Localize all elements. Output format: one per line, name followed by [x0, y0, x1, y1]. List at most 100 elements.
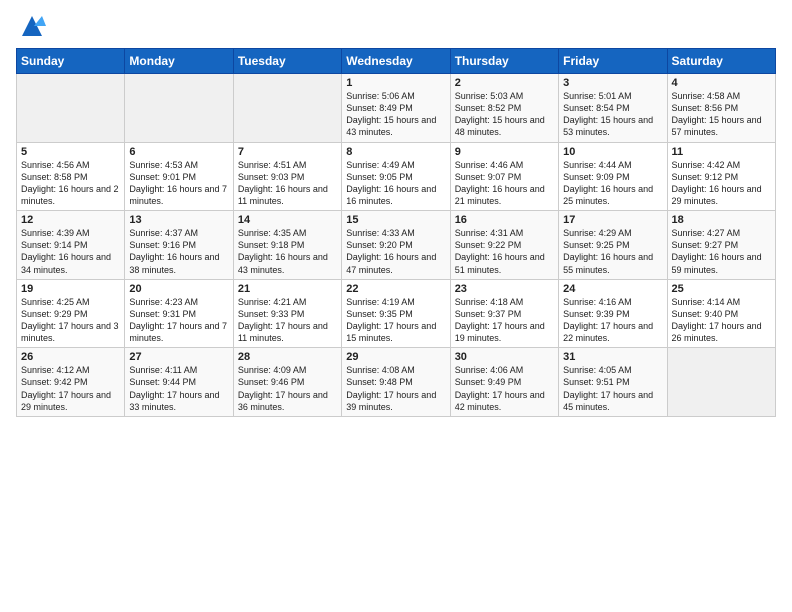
- day-cell: 17Sunrise: 4:29 AM Sunset: 9:25 PM Dayli…: [559, 211, 667, 280]
- day-number: 25: [672, 283, 771, 295]
- day-number: 29: [346, 351, 445, 363]
- day-cell: 29Sunrise: 4:08 AM Sunset: 9:48 PM Dayli…: [342, 348, 450, 417]
- day-info: Sunrise: 4:14 AM Sunset: 9:40 PM Dayligh…: [672, 296, 771, 345]
- header-row: SundayMondayTuesdayWednesdayThursdayFrid…: [17, 49, 776, 74]
- day-header-tuesday: Tuesday: [233, 49, 341, 74]
- day-number: 1: [346, 77, 445, 89]
- day-info: Sunrise: 4:27 AM Sunset: 9:27 PM Dayligh…: [672, 227, 771, 276]
- day-info: Sunrise: 4:06 AM Sunset: 9:49 PM Dayligh…: [455, 364, 554, 413]
- day-info: Sunrise: 4:56 AM Sunset: 8:58 PM Dayligh…: [21, 159, 120, 208]
- day-info: Sunrise: 4:05 AM Sunset: 9:51 PM Dayligh…: [563, 364, 662, 413]
- day-number: 10: [563, 146, 662, 158]
- day-number: 5: [21, 146, 120, 158]
- day-info: Sunrise: 4:25 AM Sunset: 9:29 PM Dayligh…: [21, 296, 120, 345]
- day-info: Sunrise: 4:18 AM Sunset: 9:37 PM Dayligh…: [455, 296, 554, 345]
- day-cell: [233, 74, 341, 143]
- day-cell: [125, 74, 233, 143]
- day-number: 21: [238, 283, 337, 295]
- day-info: Sunrise: 4:37 AM Sunset: 9:16 PM Dayligh…: [129, 227, 228, 276]
- day-number: 13: [129, 214, 228, 226]
- day-number: 28: [238, 351, 337, 363]
- day-cell: 3Sunrise: 5:01 AM Sunset: 8:54 PM Daylig…: [559, 74, 667, 143]
- day-info: Sunrise: 4:12 AM Sunset: 9:42 PM Dayligh…: [21, 364, 120, 413]
- week-row-0: 1Sunrise: 5:06 AM Sunset: 8:49 PM Daylig…: [17, 74, 776, 143]
- day-number: 8: [346, 146, 445, 158]
- day-number: 19: [21, 283, 120, 295]
- day-number: 7: [238, 146, 337, 158]
- day-info: Sunrise: 4:35 AM Sunset: 9:18 PM Dayligh…: [238, 227, 337, 276]
- day-cell: 16Sunrise: 4:31 AM Sunset: 9:22 PM Dayli…: [450, 211, 558, 280]
- day-number: 11: [672, 146, 771, 158]
- day-header-friday: Friday: [559, 49, 667, 74]
- day-info: Sunrise: 4:42 AM Sunset: 9:12 PM Dayligh…: [672, 159, 771, 208]
- day-cell: 21Sunrise: 4:21 AM Sunset: 9:33 PM Dayli…: [233, 279, 341, 348]
- day-number: 12: [21, 214, 120, 226]
- day-cell: 9Sunrise: 4:46 AM Sunset: 9:07 PM Daylig…: [450, 142, 558, 211]
- logo: [16, 12, 46, 40]
- day-info: Sunrise: 4:21 AM Sunset: 9:33 PM Dayligh…: [238, 296, 337, 345]
- day-number: 15: [346, 214, 445, 226]
- logo-icon: [18, 12, 46, 40]
- week-row-4: 26Sunrise: 4:12 AM Sunset: 9:42 PM Dayli…: [17, 348, 776, 417]
- day-cell: 4Sunrise: 4:58 AM Sunset: 8:56 PM Daylig…: [667, 74, 775, 143]
- day-cell: 12Sunrise: 4:39 AM Sunset: 9:14 PM Dayli…: [17, 211, 125, 280]
- day-cell: 7Sunrise: 4:51 AM Sunset: 9:03 PM Daylig…: [233, 142, 341, 211]
- week-row-3: 19Sunrise: 4:25 AM Sunset: 9:29 PM Dayli…: [17, 279, 776, 348]
- day-cell: 10Sunrise: 4:44 AM Sunset: 9:09 PM Dayli…: [559, 142, 667, 211]
- day-info: Sunrise: 4:31 AM Sunset: 9:22 PM Dayligh…: [455, 227, 554, 276]
- day-number: 2: [455, 77, 554, 89]
- day-info: Sunrise: 4:46 AM Sunset: 9:07 PM Dayligh…: [455, 159, 554, 208]
- day-number: 22: [346, 283, 445, 295]
- day-cell: 18Sunrise: 4:27 AM Sunset: 9:27 PM Dayli…: [667, 211, 775, 280]
- day-number: 16: [455, 214, 554, 226]
- day-number: 31: [563, 351, 662, 363]
- day-info: Sunrise: 4:44 AM Sunset: 9:09 PM Dayligh…: [563, 159, 662, 208]
- day-cell: 27Sunrise: 4:11 AM Sunset: 9:44 PM Dayli…: [125, 348, 233, 417]
- day-number: 6: [129, 146, 228, 158]
- day-header-thursday: Thursday: [450, 49, 558, 74]
- header: [16, 12, 776, 40]
- day-info: Sunrise: 4:23 AM Sunset: 9:31 PM Dayligh…: [129, 296, 228, 345]
- day-header-wednesday: Wednesday: [342, 49, 450, 74]
- day-header-sunday: Sunday: [17, 49, 125, 74]
- day-header-saturday: Saturday: [667, 49, 775, 74]
- day-info: Sunrise: 4:19 AM Sunset: 9:35 PM Dayligh…: [346, 296, 445, 345]
- day-cell: 25Sunrise: 4:14 AM Sunset: 9:40 PM Dayli…: [667, 279, 775, 348]
- day-cell: 31Sunrise: 4:05 AM Sunset: 9:51 PM Dayli…: [559, 348, 667, 417]
- day-number: 18: [672, 214, 771, 226]
- day-cell: 19Sunrise: 4:25 AM Sunset: 9:29 PM Dayli…: [17, 279, 125, 348]
- day-cell: 28Sunrise: 4:09 AM Sunset: 9:46 PM Dayli…: [233, 348, 341, 417]
- day-info: Sunrise: 4:58 AM Sunset: 8:56 PM Dayligh…: [672, 90, 771, 139]
- day-number: 27: [129, 351, 228, 363]
- day-cell: 8Sunrise: 4:49 AM Sunset: 9:05 PM Daylig…: [342, 142, 450, 211]
- day-info: Sunrise: 4:11 AM Sunset: 9:44 PM Dayligh…: [129, 364, 228, 413]
- calendar-table: SundayMondayTuesdayWednesdayThursdayFrid…: [16, 48, 776, 417]
- day-cell: 26Sunrise: 4:12 AM Sunset: 9:42 PM Dayli…: [17, 348, 125, 417]
- day-number: 4: [672, 77, 771, 89]
- day-cell: 30Sunrise: 4:06 AM Sunset: 9:49 PM Dayli…: [450, 348, 558, 417]
- week-row-1: 5Sunrise: 4:56 AM Sunset: 8:58 PM Daylig…: [17, 142, 776, 211]
- page: SundayMondayTuesdayWednesdayThursdayFrid…: [0, 0, 792, 425]
- day-number: 20: [129, 283, 228, 295]
- day-cell: [17, 74, 125, 143]
- day-cell: 5Sunrise: 4:56 AM Sunset: 8:58 PM Daylig…: [17, 142, 125, 211]
- day-info: Sunrise: 5:01 AM Sunset: 8:54 PM Dayligh…: [563, 90, 662, 139]
- day-info: Sunrise: 4:16 AM Sunset: 9:39 PM Dayligh…: [563, 296, 662, 345]
- day-cell: 11Sunrise: 4:42 AM Sunset: 9:12 PM Dayli…: [667, 142, 775, 211]
- day-cell: 24Sunrise: 4:16 AM Sunset: 9:39 PM Dayli…: [559, 279, 667, 348]
- day-number: 14: [238, 214, 337, 226]
- day-info: Sunrise: 4:39 AM Sunset: 9:14 PM Dayligh…: [21, 227, 120, 276]
- day-cell: 1Sunrise: 5:06 AM Sunset: 8:49 PM Daylig…: [342, 74, 450, 143]
- day-number: 24: [563, 283, 662, 295]
- day-number: 3: [563, 77, 662, 89]
- day-info: Sunrise: 5:06 AM Sunset: 8:49 PM Dayligh…: [346, 90, 445, 139]
- day-cell: 14Sunrise: 4:35 AM Sunset: 9:18 PM Dayli…: [233, 211, 341, 280]
- week-row-2: 12Sunrise: 4:39 AM Sunset: 9:14 PM Dayli…: [17, 211, 776, 280]
- day-info: Sunrise: 4:49 AM Sunset: 9:05 PM Dayligh…: [346, 159, 445, 208]
- day-cell: 23Sunrise: 4:18 AM Sunset: 9:37 PM Dayli…: [450, 279, 558, 348]
- day-cell: 13Sunrise: 4:37 AM Sunset: 9:16 PM Dayli…: [125, 211, 233, 280]
- day-number: 17: [563, 214, 662, 226]
- day-info: Sunrise: 4:53 AM Sunset: 9:01 PM Dayligh…: [129, 159, 228, 208]
- day-cell: 15Sunrise: 4:33 AM Sunset: 9:20 PM Dayli…: [342, 211, 450, 280]
- day-cell: 2Sunrise: 5:03 AM Sunset: 8:52 PM Daylig…: [450, 74, 558, 143]
